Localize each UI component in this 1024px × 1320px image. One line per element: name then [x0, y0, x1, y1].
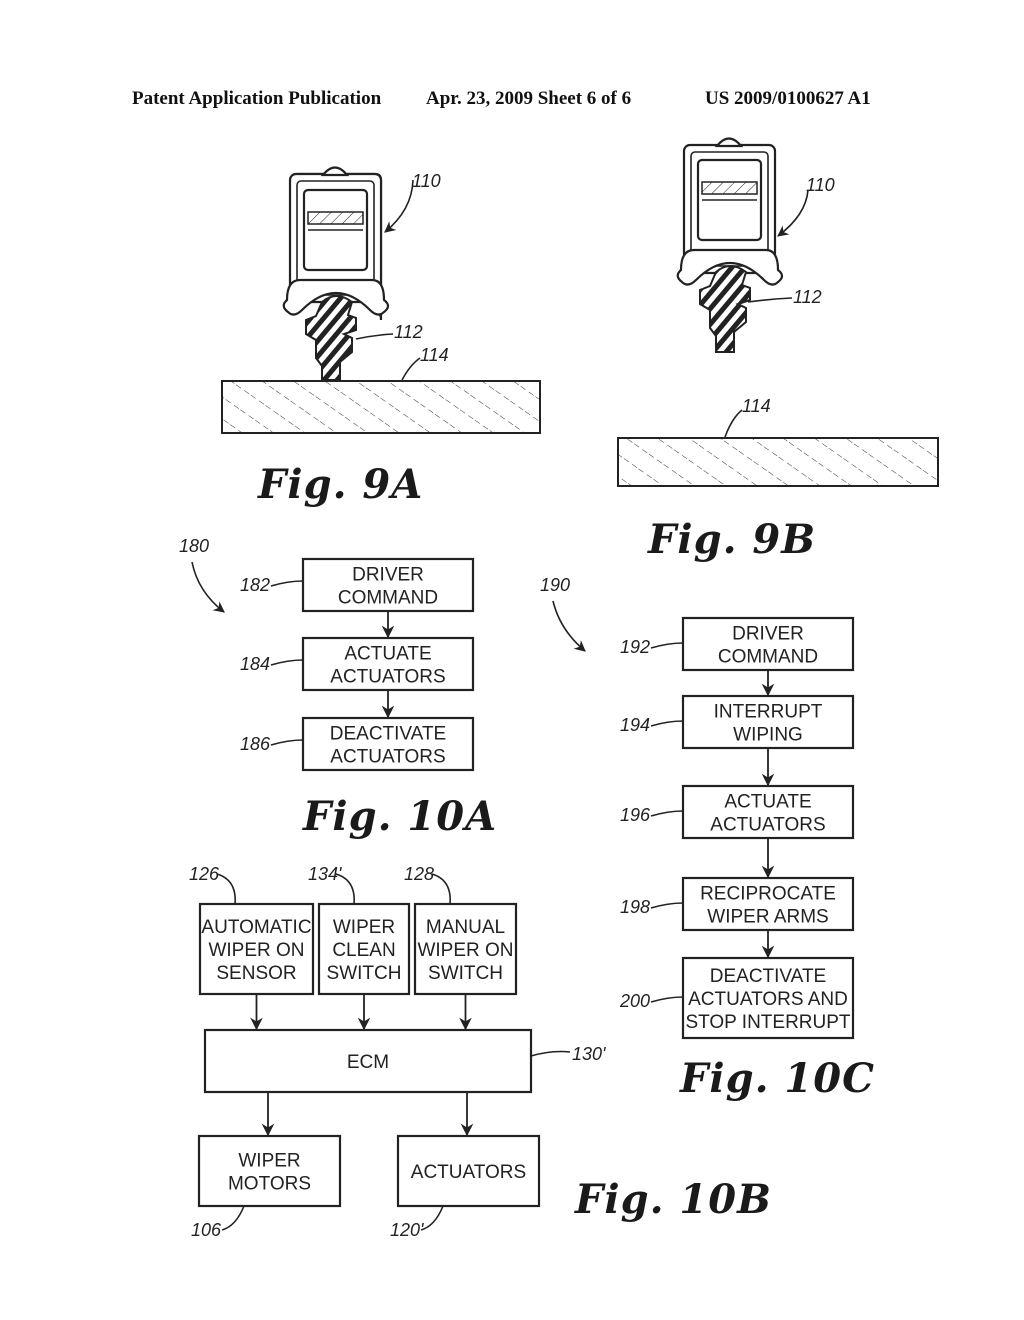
ref-114-9a: 114 — [420, 345, 449, 365]
ref-192-leader — [650, 642, 684, 649]
input-box-126: AUTOMATICWIPER ONSENSOR — [198, 902, 315, 996]
step-box-192-text-line: DRIVER — [732, 624, 804, 645]
input-box-126-text-line: WIPER ON — [208, 940, 304, 961]
ref-leader — [431, 873, 451, 905]
input-box-134p-text-line: SWITCH — [327, 963, 402, 984]
fig-10c-label: Fig. 10C — [679, 1055, 875, 1102]
ref-112-9a: 112 — [394, 322, 423, 342]
fig-10b-label: Fig. 10B — [574, 1176, 772, 1223]
ecm-label: ECM — [347, 1052, 389, 1073]
ref-134p: 134' — [308, 864, 342, 884]
fig-9b: 110 112 114 Fig. 9B — [617, 137, 939, 563]
step-box-184-text-line: ACTUATE — [344, 644, 431, 665]
step-box-184-text-line: ACTUATORS — [330, 667, 445, 688]
step-box-192-text-line: COMMAND — [718, 647, 818, 668]
step-box-182: DRIVERCOMMAND — [301, 557, 475, 613]
output-box-106-text-line: MOTORS — [228, 1174, 311, 1195]
step-box-186: DEACTIVATEACTUATORS — [301, 716, 475, 772]
fig-9a-label: Fig. 9A — [257, 461, 423, 508]
ref-112-9b: 112 — [793, 287, 822, 307]
output-box-120p: ACTUATORS — [396, 1134, 541, 1208]
step-box-196: ACTUATEACTUATORS — [681, 784, 855, 840]
wiper-assembly-9a — [282, 166, 390, 381]
input-box-128-text-line: WIPER ON — [417, 940, 513, 961]
step-box-194-text-line: INTERRUPT — [714, 702, 823, 723]
input-box-134p-text-line: CLEAN — [332, 940, 395, 961]
step-box-200-text-line: ACTUATORS AND — [688, 989, 848, 1010]
step-box-182-text-line: COMMAND — [338, 588, 438, 609]
input-box-128-text-line: MANUAL — [426, 917, 505, 938]
ref-200: 200 — [619, 991, 650, 1011]
fig-10a: 180 Fig. 10A DRIVERCOMMAND182ACTUATEACTU… — [179, 536, 497, 840]
fig-10a-label: Fig. 10A — [302, 793, 497, 840]
output-box-106: WIPERMOTORS — [197, 1134, 342, 1208]
ref-186-leader — [270, 739, 304, 746]
step-box-192: DRIVERCOMMAND — [681, 616, 855, 672]
fig-9b-label: Fig. 9B — [647, 516, 816, 563]
ref-110-9b: 110 — [806, 175, 835, 195]
ref-126: 126 — [189, 864, 220, 884]
step-box-198: RECIPROCATEWIPER ARMS — [681, 876, 855, 932]
ref-110-9a: 110 — [412, 171, 441, 191]
ref-leader — [420, 1205, 444, 1231]
step-box-200-text-line: DEACTIVATE — [710, 966, 826, 987]
ref-184-leader — [270, 659, 304, 666]
ref-200-leader — [650, 996, 684, 1003]
step-box-186-text-line: ACTUATORS — [330, 747, 445, 768]
ref-192: 192 — [620, 637, 650, 657]
ref-184: 184 — [240, 654, 270, 674]
ref-130p-leader — [530, 1050, 571, 1057]
step-box-186-text-line: DEACTIVATE — [330, 724, 446, 745]
step-box-200: DEACTIVATEACTUATORS ANDSTOP INTERRUPT — [681, 956, 855, 1040]
step-box-184: ACTUATEACTUATORS — [301, 636, 475, 692]
ref-180: 180 — [179, 536, 209, 556]
fig-9a: 110 112 114 Fig. 9A — [221, 166, 541, 508]
input-box-126-text-line: SENSOR — [216, 963, 296, 984]
ref-190: 190 — [540, 575, 570, 595]
ref-198: 198 — [620, 897, 650, 917]
input-box-128-text-line: SWITCH — [428, 963, 503, 984]
ref-194-leader — [650, 720, 684, 727]
wiper-assembly-9b — [676, 137, 784, 353]
ref-128: 128 — [404, 864, 434, 884]
output-box-120p-text-line: ACTUATORS — [411, 1162, 526, 1183]
step-box-196-text-line: ACTUATORS — [710, 815, 825, 836]
ref-leader — [216, 873, 236, 905]
input-box-134p: WIPERCLEANSWITCH — [317, 902, 411, 996]
ref-106: 106 — [191, 1220, 222, 1240]
input-box-128: MANUALWIPER ONSWITCH — [413, 902, 518, 996]
ref-196-leader — [650, 810, 684, 817]
output-box-106-text-line: WIPER — [238, 1151, 300, 1172]
step-box-182-text-line: DRIVER — [352, 565, 424, 586]
step-box-194: INTERRUPTWIPING — [681, 694, 855, 750]
step-box-198-text-line: WIPER ARMS — [707, 907, 828, 928]
step-box-200-text-line: STOP INTERRUPT — [685, 1012, 850, 1033]
input-box-134p-text-line: WIPER — [333, 917, 395, 938]
step-box-198-text-line: RECIPROCATE — [700, 884, 836, 905]
fig-10c: 190 Fig. 10C DRIVERCOMMAND192INTERRUPTWI… — [540, 575, 875, 1102]
ref-182: 182 — [240, 575, 270, 595]
ecm-box: ECM — [203, 1028, 533, 1094]
ref-130p: 130' — [572, 1044, 606, 1064]
input-box-126-text-line: AUTOMATIC — [201, 917, 311, 938]
ref-198-leader — [650, 902, 684, 909]
ref-leader — [221, 1205, 245, 1231]
ref-114-9b: 114 — [742, 396, 771, 416]
ref-120p: 120' — [390, 1220, 424, 1240]
ref-194: 194 — [620, 715, 650, 735]
ref-186: 186 — [240, 734, 271, 754]
windshield-9b — [617, 437, 939, 487]
ref-196: 196 — [620, 805, 651, 825]
windshield-9a — [221, 380, 541, 434]
step-box-194-text-line: WIPING — [733, 725, 803, 746]
ref-182-leader — [270, 580, 304, 587]
step-box-196-text-line: ACTUATE — [724, 792, 811, 813]
drawing-sheet: 110 112 114 Fig. 9A 110 112 114 Fig. 9B … — [179, 137, 939, 1240]
